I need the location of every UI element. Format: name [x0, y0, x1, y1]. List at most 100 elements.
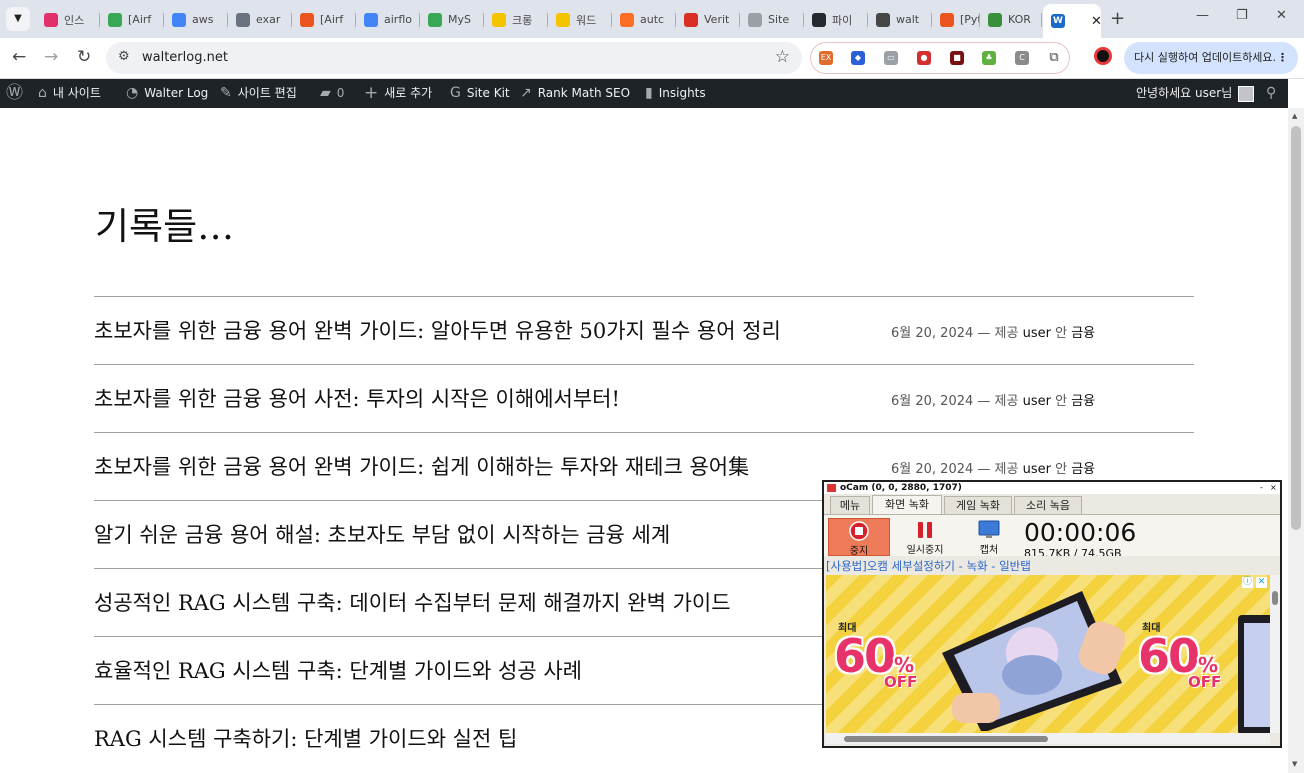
browser-tab[interactable]: Site — [740, 5, 804, 34]
my-site-menu[interactable]: ⌂ 내 사이트 — [38, 79, 101, 108]
ad-close-icon[interactable]: ✕ — [1256, 577, 1267, 588]
ocam-window[interactable]: oCam (0, 0, 2880, 1707) - × 메뉴 화면 녹화 게임 … — [822, 480, 1282, 748]
browser-tab[interactable]: 크롱 — [484, 5, 548, 34]
ocam-ad-scrollbar[interactable] — [1270, 575, 1280, 733]
site-kit-menu[interactable]: G Site Kit — [450, 79, 510, 108]
ad-info-icon[interactable]: ⓘ — [1242, 577, 1253, 588]
ad-banner[interactable]: 최대 60% OFF — [826, 575, 1130, 733]
extension-shield-icon[interactable]: ◆ — [851, 51, 865, 65]
post-date[interactable]: 6월 20, 2024 — [891, 462, 973, 477]
post-title-link[interactable]: 초보자를 위한 금융 용어 완벽 가이드: 쉽게 이해하는 투자와 재테크 용어… — [94, 451, 749, 481]
ocam-tab-game-record[interactable]: 게임 녹화 — [944, 496, 1012, 514]
new-content-menu[interactable]: + 새로 추가 — [364, 79, 432, 108]
ocam-close-button[interactable]: × — [1270, 482, 1277, 494]
extension-leaf-icon[interactable]: ♣ — [982, 51, 996, 65]
close-tab-icon[interactable]: ✕ — [1091, 14, 1101, 29]
post-title-link[interactable]: 효율적인 RAG 시스템 구축: 단계별 가이드와 성공 사례 — [94, 655, 582, 685]
profile-avatar[interactable] — [1094, 47, 1112, 65]
browser-tab[interactable]: exar — [228, 5, 292, 34]
close-window-button[interactable]: ✕ — [1276, 8, 1287, 23]
post-category-link[interactable]: 금융 — [1071, 462, 1095, 477]
post-title-link[interactable]: 초보자를 위한 금융 용어 사전: 투자의 시작은 이해에서부터! — [94, 383, 620, 413]
browser-tab[interactable]: [Pyt — [932, 5, 980, 34]
browser-tab[interactable]: walt — [868, 5, 932, 34]
post-title-link[interactable]: 성공적인 RAG 시스템 구축: 데이터 수집부터 문제 해결까지 완벽 가이드 — [94, 587, 731, 617]
reload-button[interactable]: ↻ — [77, 47, 91, 67]
page-scrollbar-thumb[interactable] — [1291, 126, 1301, 530]
post-date[interactable]: 6월 20, 2024 — [891, 394, 973, 409]
tab-search-button[interactable]: ▼ — [6, 7, 30, 31]
browser-tab[interactable]: MyS — [420, 5, 484, 34]
account-menu[interactable]: 안녕하세요 user님 — [1136, 79, 1255, 108]
tab-active[interactable]: W ✕ — [1043, 4, 1101, 38]
comments-menu[interactable]: ▰ 0 — [320, 79, 344, 108]
extension-stop-icon[interactable]: ● — [917, 51, 931, 65]
smile-icon — [556, 12, 570, 27]
ocam-help-link[interactable]: [사용법]오캠 세부설정하기 - 녹화 - 일반탭 — [826, 558, 1031, 574]
browser-tab[interactable]: 파이 — [804, 5, 868, 34]
address-bar[interactable]: ⚙ walterlog.net ☆ — [106, 42, 802, 74]
back-button[interactable]: ← — [12, 47, 26, 67]
bookmark-star-icon[interactable]: ☆ — [775, 47, 790, 67]
extension-ex-icon[interactable]: EX — [819, 51, 833, 65]
forward-button[interactable]: → — [44, 47, 58, 67]
insights-menu[interactable]: ▮ Insights — [645, 79, 706, 108]
site-name-menu[interactable]: ◔ Walter Log — [126, 79, 208, 108]
edit-site-menu[interactable]: ✎ 사이트 편집 — [220, 79, 297, 108]
post-author-link[interactable]: user — [1023, 326, 1051, 341]
browser-tab[interactable]: [Airf — [292, 5, 356, 34]
extensions-puzzle-icon[interactable]: ⧉ — [1047, 51, 1061, 65]
ocam-ad-scrollbar-thumb[interactable] — [1272, 591, 1278, 605]
post-author-link[interactable]: user — [1023, 394, 1051, 409]
plus-icon: + — [364, 83, 379, 103]
scroll-down-arrow-icon[interactable]: ▼ — [1292, 760, 1297, 768]
update-button[interactable]: 다시 실행하여 업데이트하세요. ⋮ — [1124, 42, 1298, 74]
rank-math-menu[interactable]: ↗ Rank Math SEO — [520, 79, 630, 108]
greeting-label: 안녕하세요 user님 — [1136, 86, 1233, 100]
ocam-minimize-button[interactable]: - — [1260, 482, 1263, 494]
menu-dots-icon[interactable]: ⋮ — [1277, 42, 1288, 74]
site-info-icon[interactable]: ⚙ — [118, 49, 130, 64]
browser-tab[interactable]: Verit — [676, 5, 740, 34]
tistory-icon — [940, 12, 954, 27]
browser-tab[interactable]: airflo — [356, 5, 420, 34]
extension-dark-icon[interactable]: ■ — [950, 51, 964, 65]
ocam-pause-button[interactable]: 일시중지 — [894, 518, 956, 556]
url-text[interactable]: walterlog.net — [142, 50, 228, 65]
wordpress-logo-icon[interactable]: Ⓦ — [6, 79, 23, 108]
post-date[interactable]: 6월 20, 2024 — [891, 326, 973, 341]
post-author-link[interactable]: user — [1023, 462, 1051, 477]
browser-tab[interactable]: KOR — [980, 5, 1042, 34]
tab-title: 인스 — [64, 13, 85, 27]
ocam-capture-button[interactable]: 캡처 — [958, 518, 1020, 556]
browser-tab[interactable]: 인스 — [36, 5, 100, 34]
browser-tab[interactable]: 워드 — [548, 5, 612, 34]
post-title-link[interactable]: 알기 쉬운 금융 용어 해설: 초보자도 부담 없이 시작하는 금융 세계 — [94, 519, 670, 549]
ocam-tab-label: 게임 녹화 — [956, 499, 1000, 512]
ocam-title-bar[interactable]: oCam (0, 0, 2880, 1707) - × — [824, 482, 1280, 494]
ocam-ad-h-scrollbar[interactable] — [826, 733, 1270, 744]
ocam-tab-sound-record[interactable]: 소리 녹음 — [1014, 496, 1082, 514]
post-title-link[interactable]: RAG 시스템 구축하기: 단계별 가이드와 실전 팁 — [94, 723, 517, 753]
ad-banner-2[interactable]: 최대 60% OFF — [1130, 575, 1270, 733]
post-category-link[interactable]: 금융 — [1071, 326, 1095, 341]
new-tab-button[interactable]: + — [1110, 8, 1125, 29]
maximize-button[interactable]: ❐ — [1236, 8, 1248, 23]
minimize-button[interactable]: — — [1196, 8, 1209, 23]
search-icon[interactable]: ⚲ — [1266, 79, 1276, 108]
ocam-stop-button[interactable]: 중지 — [828, 518, 890, 557]
ocam-ad-h-scrollbar-thumb[interactable] — [844, 736, 1048, 742]
scroll-up-arrow-icon[interactable]: ▲ — [1292, 112, 1297, 120]
extension-window-icon[interactable]: ▭ — [884, 51, 898, 65]
browser-tab[interactable]: [Airf — [100, 5, 164, 34]
browser-tab[interactable]: aws — [164, 5, 228, 34]
post-category-link[interactable]: 금융 — [1071, 394, 1095, 409]
post-title-link[interactable]: 초보자를 위한 금융 용어 완벽 가이드: 알아두면 유용한 50가지 필수 용… — [94, 315, 781, 345]
advertisement[interactable]: 최대 60% OFF 최대 60% OFF ⓘ ✕ — [826, 575, 1270, 733]
extension-crx-icon[interactable]: C — [1015, 51, 1029, 65]
my-site-label: 내 사이트 — [52, 86, 101, 100]
page-scrollbar[interactable]: ▲ ▼ — [1288, 108, 1304, 773]
ocam-tab-screen-record[interactable]: 화면 녹화 — [872, 495, 942, 514]
browser-tab[interactable]: autc — [612, 5, 676, 34]
ocam-tab-menu[interactable]: 메뉴 — [830, 496, 870, 514]
